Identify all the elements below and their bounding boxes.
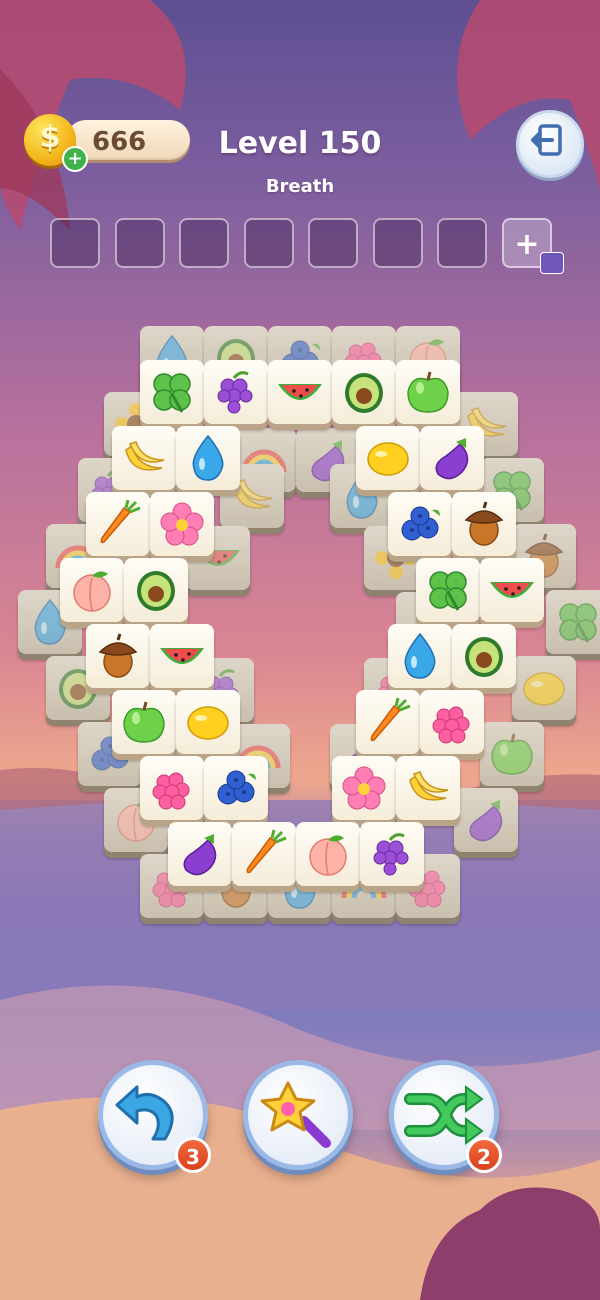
shuffle-count-badge: 2 <box>466 1137 502 1173</box>
watermelon-tile[interactable] <box>268 360 332 430</box>
avocado-icon <box>137 571 175 611</box>
apple-icon <box>491 733 533 775</box>
blueberry-icon <box>217 770 256 805</box>
peach-tile[interactable] <box>60 558 124 628</box>
acorn-tile[interactable] <box>452 492 516 562</box>
undo-button[interactable]: 3 <box>98 1060 211 1173</box>
eggplant-icon <box>435 438 469 480</box>
clover-icon <box>153 373 191 413</box>
clover-icon <box>559 603 597 643</box>
peach-tile[interactable] <box>296 822 360 892</box>
tile-board <box>0 0 600 1000</box>
eggplant-tile <box>454 788 518 858</box>
grapes-tile[interactable] <box>360 822 424 892</box>
eggplant-icon <box>183 834 217 876</box>
acorn-tile[interactable] <box>86 624 150 694</box>
flower-tile[interactable] <box>150 492 214 562</box>
water-drop-icon <box>404 632 436 679</box>
watermelon-tile[interactable] <box>150 624 214 694</box>
banana-tile[interactable] <box>112 426 176 496</box>
clover-tile <box>546 590 600 660</box>
avocado-tile[interactable] <box>452 624 516 694</box>
carrot-icon <box>246 829 287 874</box>
eggplant-tile[interactable] <box>420 426 484 496</box>
banana-icon <box>125 441 165 471</box>
raspberry-icon <box>152 772 190 810</box>
lemon-icon <box>367 442 409 476</box>
eggplant-tile[interactable] <box>168 822 232 892</box>
raspberry-icon <box>432 706 470 744</box>
carrot-tile[interactable] <box>356 690 420 760</box>
watermelon-icon <box>278 384 322 400</box>
shuffle-button[interactable]: 2 <box>389 1060 502 1173</box>
banana-icon <box>409 771 449 801</box>
watermelon-icon <box>490 582 534 598</box>
lemon-icon <box>523 672 565 706</box>
raspberry-tile[interactable] <box>140 756 204 826</box>
magic-wand-button[interactable] <box>243 1060 353 1170</box>
apple-tile[interactable] <box>112 690 176 760</box>
peach-icon <box>309 835 347 876</box>
carrot-icon <box>100 499 141 544</box>
lemon-tile[interactable] <box>176 690 240 760</box>
carrot-icon <box>370 697 411 742</box>
undo-count-badge: 3 <box>175 1137 211 1173</box>
apple-tile <box>480 722 544 792</box>
lemon-icon <box>187 706 229 740</box>
clover-icon <box>429 571 467 611</box>
acorn-icon <box>98 633 138 678</box>
peach-icon <box>73 571 111 612</box>
avocado-icon <box>465 637 503 677</box>
watermelon-tile[interactable] <box>480 558 544 628</box>
flower-icon <box>342 766 386 810</box>
blueberry-icon <box>401 506 440 541</box>
apple-tile[interactable] <box>396 360 460 430</box>
lemon-tile[interactable] <box>356 426 420 496</box>
raspberry-tile[interactable] <box>420 690 484 760</box>
eggplant-icon <box>469 800 503 842</box>
avocado-tile[interactable] <box>332 360 396 430</box>
acorn-icon <box>464 501 504 546</box>
grapes-tile[interactable] <box>204 360 268 430</box>
clover-tile[interactable] <box>140 360 204 430</box>
water-drop-icon <box>192 434 224 481</box>
grapes-icon <box>373 833 409 876</box>
grapes-icon <box>217 371 253 414</box>
water-drop-tile[interactable] <box>176 426 240 496</box>
clover-tile[interactable] <box>416 558 480 628</box>
watermelon-icon <box>160 648 204 664</box>
avocado-icon <box>345 373 383 413</box>
carrot-tile[interactable] <box>86 492 150 562</box>
water-drop-tile[interactable] <box>388 624 452 694</box>
magic-wand-icon <box>260 1081 331 1148</box>
lemon-tile <box>512 656 576 726</box>
blueberry-tile[interactable] <box>388 492 452 562</box>
apple-icon <box>123 701 165 743</box>
apple-icon <box>407 371 449 413</box>
blueberry-tile[interactable] <box>204 756 268 826</box>
flower-icon <box>160 502 204 546</box>
carrot-tile[interactable] <box>232 822 296 892</box>
avocado-tile[interactable] <box>124 558 188 628</box>
flower-tile[interactable] <box>332 756 396 826</box>
banana-tile[interactable] <box>396 756 460 826</box>
